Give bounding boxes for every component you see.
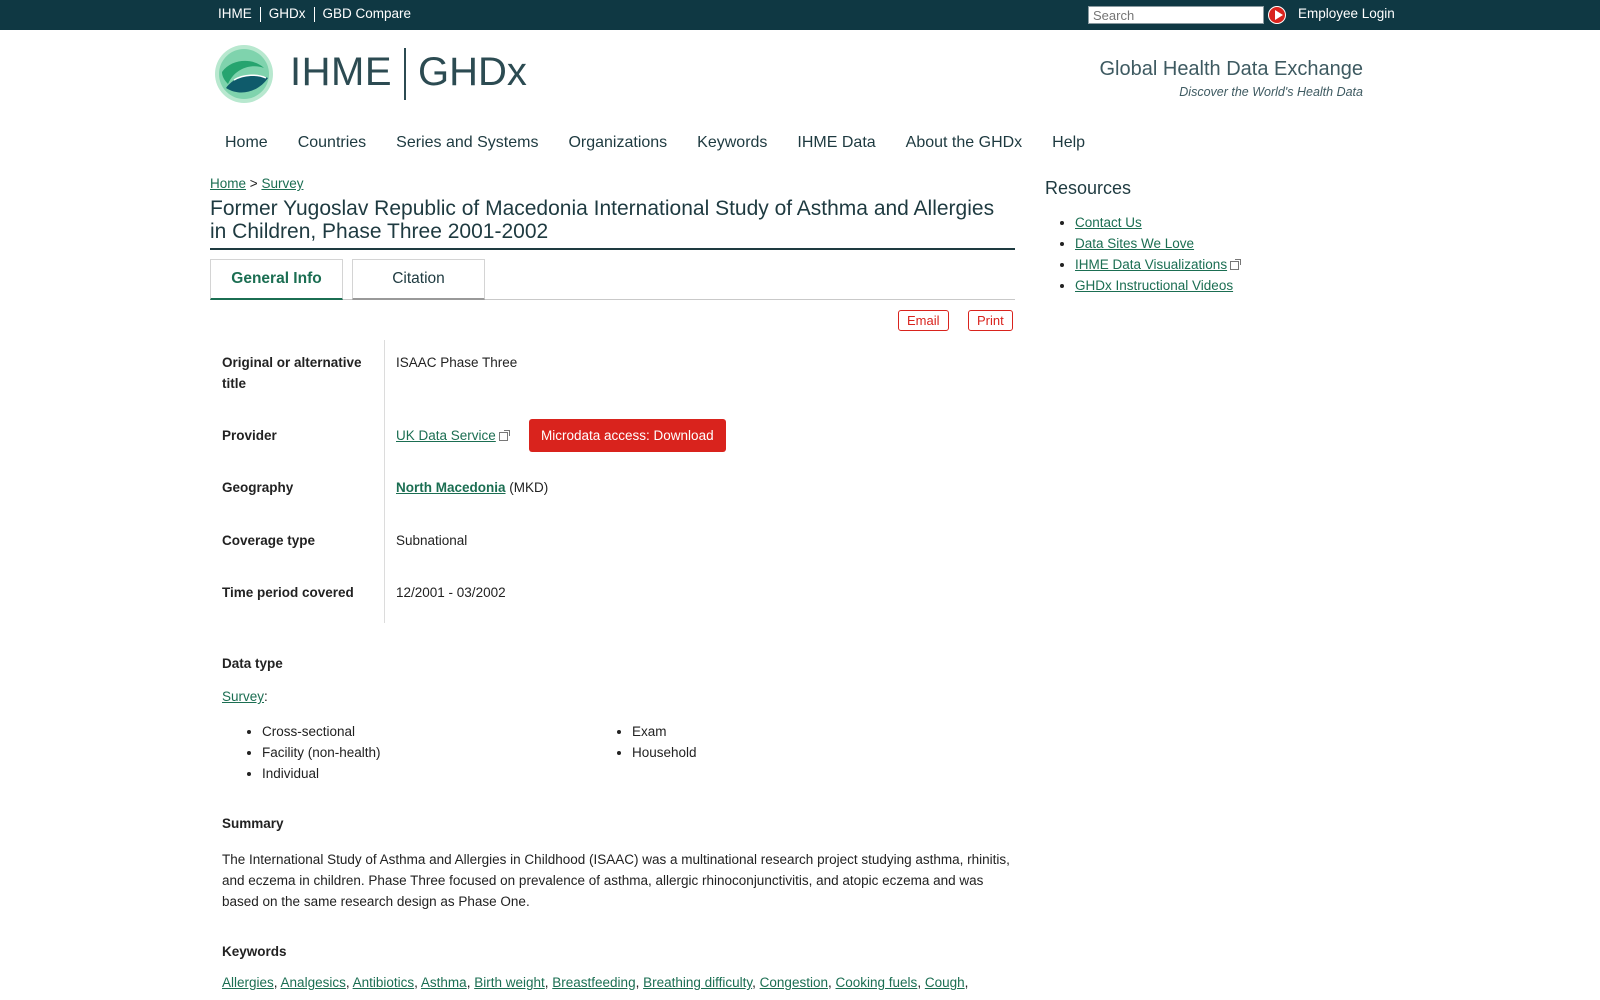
- nav-ihme-data[interactable]: IHME Data: [797, 134, 875, 152]
- keywords-title: Keywords: [222, 944, 287, 959]
- logo-ihme-text[interactable]: IHME: [290, 50, 392, 95]
- resource-instructional-videos[interactable]: GHDx Instructional Videos: [1075, 278, 1233, 293]
- keyword-link[interactable]: Breathing difficulty: [643, 975, 752, 990]
- top-link-ghdx[interactable]: GHDx: [269, 6, 306, 22]
- resources-title: Resources: [1045, 178, 1132, 198]
- nav-countries[interactable]: Countries: [298, 134, 366, 152]
- print-button[interactable]: Print: [968, 310, 1013, 331]
- data-type-survey: Survey:: [222, 689, 268, 704]
- provider-link[interactable]: UK Data Service: [396, 428, 496, 443]
- resource-contact-us[interactable]: Contact Us: [1075, 215, 1142, 230]
- list-item: IHME Data Visualizations: [1075, 254, 1242, 275]
- nav-help[interactable]: Help: [1052, 134, 1085, 152]
- site-tagline: Global Health Data Exchange: [1099, 58, 1364, 80]
- resource-data-sites[interactable]: Data Sites We Love: [1075, 236, 1194, 251]
- keyword-link[interactable]: Breastfeeding: [552, 975, 635, 990]
- list-item: Facility (non-health): [262, 742, 381, 763]
- email-button[interactable]: Email: [898, 310, 949, 331]
- data-type-survey-link[interactable]: Survey: [222, 689, 264, 704]
- site-subtagline: Discover the World's Health Data: [1179, 85, 1363, 99]
- data-type-colon: :: [264, 689, 268, 704]
- geography-link[interactable]: North Macedonia: [396, 480, 506, 495]
- resources-list: Contact Us Data Sites We Love IHME Data …: [1045, 212, 1242, 296]
- tab-citation[interactable]: Citation: [352, 259, 485, 300]
- breadcrumb-home[interactable]: Home: [210, 176, 246, 191]
- geography-code: (MKD): [509, 480, 549, 495]
- employee-login-link[interactable]: Employee Login: [1298, 6, 1395, 21]
- summary-text: The International Study of Asthma and Al…: [222, 852, 1010, 909]
- nav-organizations[interactable]: Organizations: [568, 134, 667, 152]
- coverage-label: Coverage type: [222, 533, 316, 548]
- data-type-title: Data type: [222, 656, 283, 671]
- microdata-download-button[interactable]: Microdata access: Download: [529, 419, 726, 452]
- breadcrumb-separator: >: [249, 176, 258, 191]
- list-item: Contact Us: [1075, 212, 1239, 233]
- coverage-value: Subnational: [396, 533, 468, 548]
- main-nav: Home Countries Series and Systems Organi…: [225, 134, 1115, 152]
- time-period-label: Time period covered: [222, 585, 354, 600]
- list-item: GHDx Instructional Videos: [1075, 275, 1239, 296]
- time-period-value: 12/2001 - 03/2002: [396, 585, 506, 600]
- divider: [313, 7, 315, 22]
- geography-value: North Macedonia (MKD): [396, 480, 548, 495]
- info-divider: [384, 340, 385, 623]
- top-nav: IHME GHDx GBD Compare: [218, 6, 411, 22]
- keyword-link[interactable]: Antibiotics: [353, 975, 415, 990]
- summary-title: Summary: [222, 816, 284, 831]
- alt-title-value: ISAAC Phase Three: [396, 355, 518, 370]
- data-type-list-left: Cross-sectional Facility (non-health) In…: [222, 721, 381, 784]
- divider: [259, 7, 261, 22]
- external-link-icon: [1230, 259, 1242, 270]
- top-bar: IHME GHDx GBD Compare Employee Login: [0, 0, 1600, 30]
- top-link-ihme[interactable]: IHME: [218, 6, 252, 22]
- resource-ihme-visualizations[interactable]: IHME Data Visualizations: [1075, 257, 1227, 272]
- logo-ghdx-text[interactable]: GHDx: [418, 50, 527, 95]
- nav-series-systems[interactable]: Series and Systems: [396, 134, 538, 152]
- data-type-list-right: Exam Household: [592, 721, 697, 763]
- keyword-link[interactable]: Birth weight: [474, 975, 545, 990]
- nav-about[interactable]: About the GHDx: [906, 134, 1023, 152]
- provider-label: Provider: [222, 428, 277, 443]
- page-title: Former Yugoslav Republic of Macedonia In…: [210, 197, 1015, 250]
- keyword-link[interactable]: Asthma: [421, 975, 467, 990]
- keyword-link[interactable]: Cough: [925, 975, 965, 990]
- list-item: Household: [632, 742, 697, 763]
- list-item: Exam: [632, 721, 697, 742]
- external-link-icon: [498, 430, 510, 441]
- alt-title-label: Original or alternative title: [222, 355, 362, 391]
- keyword-link[interactable]: Allergies: [222, 975, 274, 990]
- logo-divider: [404, 48, 406, 100]
- breadcrumb: Home > Survey: [210, 176, 303, 191]
- tab-general-info[interactable]: General Info: [210, 259, 343, 300]
- list-item: Cross-sectional: [262, 721, 381, 742]
- geography-label: Geography: [222, 480, 294, 495]
- ihme-logo-icon[interactable]: [214, 44, 274, 104]
- breadcrumb-survey[interactable]: Survey: [261, 176, 303, 191]
- keywords-list: Allergies, Analgesics, Antibiotics, Asth…: [222, 975, 969, 990]
- top-link-gbd-compare[interactable]: GBD Compare: [323, 6, 412, 22]
- search-input[interactable]: [1088, 6, 1264, 24]
- search-submit-icon[interactable]: [1268, 6, 1286, 24]
- provider-value: UK Data Service: [396, 428, 510, 443]
- list-item: Data Sites We Love: [1075, 233, 1239, 254]
- keyword-link[interactable]: Congestion: [760, 975, 828, 990]
- nav-home[interactable]: Home: [225, 134, 268, 152]
- list-item: Individual: [262, 763, 381, 784]
- nav-keywords[interactable]: Keywords: [697, 134, 767, 152]
- keyword-link[interactable]: Cooking fuels: [836, 975, 918, 990]
- keyword-link[interactable]: Analgesics: [281, 975, 346, 990]
